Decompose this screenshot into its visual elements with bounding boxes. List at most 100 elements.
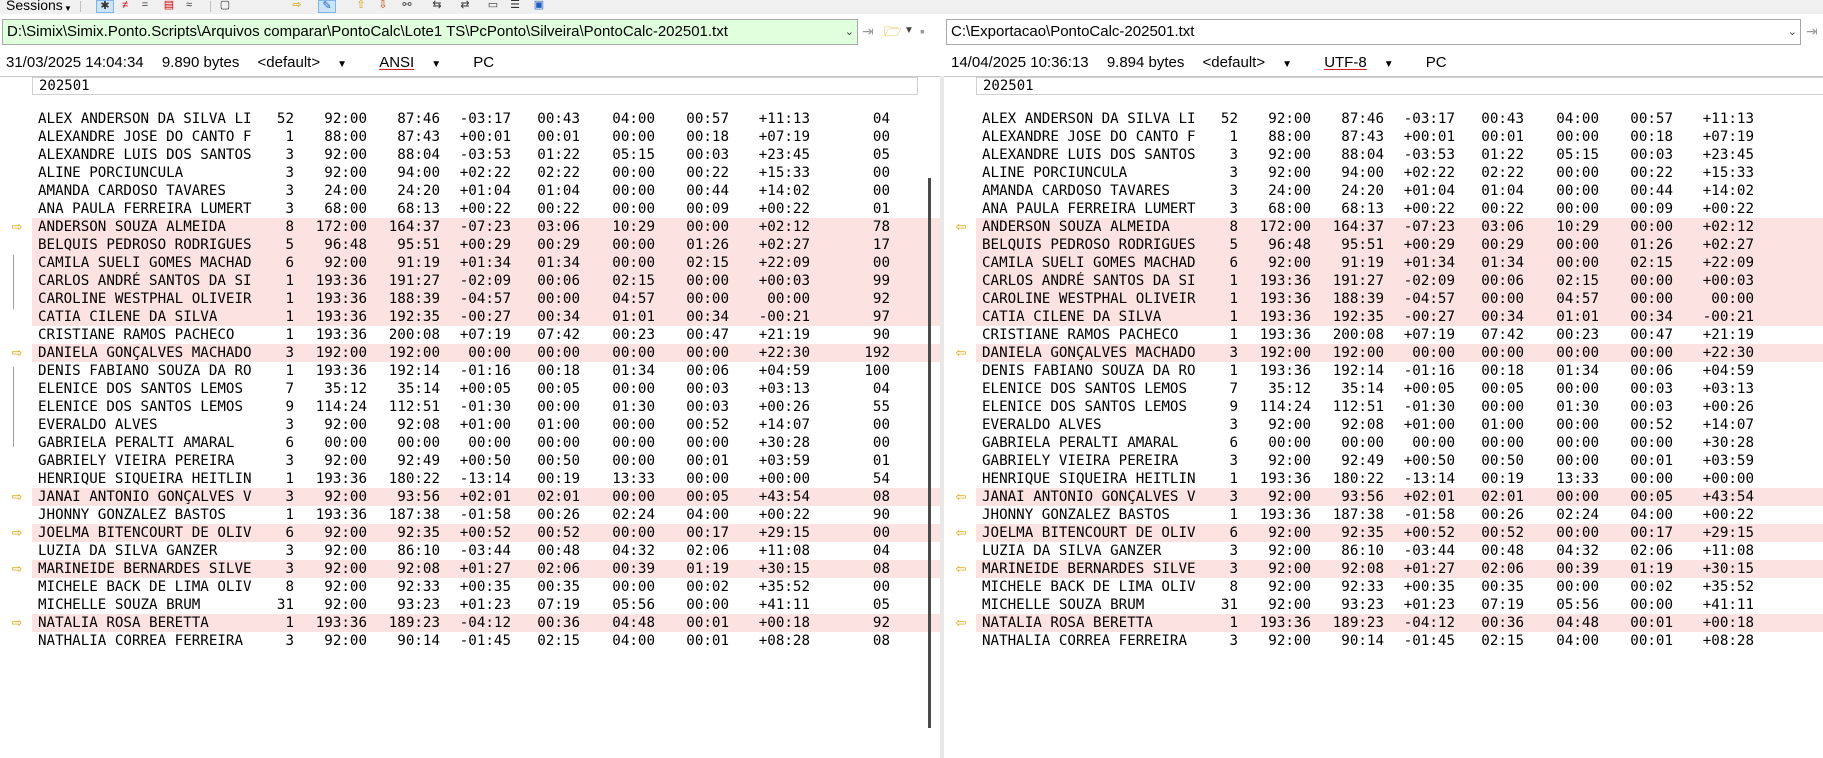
pin-icon[interactable]: ✱ (96, 0, 114, 13)
copy-path-icon[interactable]: ⇥ (862, 23, 874, 39)
red-not-equal-icon[interactable]: ≠ (116, 0, 134, 13)
diff-marker-arrow-icon[interactable]: ⇨ (10, 524, 24, 542)
document-icon[interactable]: ▭ (484, 0, 502, 13)
right-rows: ALEX ANDERSON DA SILVA LI 52 92:00 87:46 -03… (976, 110, 1823, 650)
equal-icon[interactable]: = (136, 0, 154, 13)
row-cell-e: 00:00 (1556, 381, 1599, 397)
row-cell-h: 00 (872, 579, 890, 595)
row-cell-b: 192:35 (388, 309, 440, 325)
row-cell-c: +02:01 (459, 489, 511, 505)
row-cell-h: 00 (872, 165, 890, 181)
row-cell-c: -01:58 (459, 507, 511, 523)
row-cell-b: 191:27 (388, 273, 440, 289)
diff-marker-arrow-icon[interactable]: ⇦ (954, 218, 968, 236)
arrow-icon[interactable]: ▢ (216, 0, 234, 13)
row-cell-b: 164:37 (1332, 219, 1384, 235)
row-cell-n: 52 (1220, 111, 1238, 127)
row-cell-n: 5 (1229, 237, 1238, 253)
left-path-input[interactable]: D:\Simix\Simix.Ponto.Scripts\Arquivos co… (2, 19, 858, 45)
row-cell-b: 192:00 (388, 345, 440, 361)
left-encoding-select[interactable]: ANSI ▼ (379, 53, 455, 75)
table-row: JANAI ANTONIO GONÇALVES V 3 92:00 93:56 +02:… (32, 488, 940, 506)
row-cell-c: +00:35 (459, 579, 511, 595)
table-row: GABRIELY VIEIRA PEREIRA 3 92:00 92:49 +00:50… (32, 452, 940, 470)
chevron-down-icon[interactable]: ⌄ (845, 20, 854, 44)
row-cell-e: 00:00 (1556, 237, 1599, 253)
row-cell-e: 00:00 (612, 525, 655, 541)
diff-marker-arrow-icon[interactable]: ⇦ (954, 524, 968, 542)
chevron-down-icon[interactable]: ⌄ (1788, 20, 1797, 44)
row-cell-e: 04:32 (612, 543, 655, 559)
pencil-icon[interactable]: ✎ (318, 0, 336, 13)
diff-marker-arrow-icon[interactable]: ⇨ (10, 344, 24, 362)
row-cell-a: 92:00 (1268, 597, 1311, 613)
row-cell-g: +02:12 (1702, 219, 1754, 235)
row-cell-c: -02:09 (1403, 273, 1455, 289)
row-cell-f: 00:00 (1630, 219, 1673, 235)
copy-path-icon[interactable]: ⇥ (1806, 23, 1818, 39)
binoculars-icon[interactable]: ⚯ (398, 0, 416, 13)
filter-icon[interactable]: ▤ (160, 0, 178, 13)
right-profile-select[interactable]: <default> ▼ (1203, 53, 1306, 75)
swap-icon-2[interactable]: ⇄ (456, 0, 474, 13)
row-cell-b: 92:49 (1341, 453, 1384, 469)
arrow-right-icon[interactable]: ⇨ (288, 0, 306, 13)
left-text-area[interactable]: 202501 ALEX ANDERSON DA SILVA LI 52 92:00 8… (32, 77, 940, 758)
row-cell-h: 00 (872, 183, 890, 199)
diff-marker-arrow-icon[interactable]: ⇦ (954, 614, 968, 632)
row-cell-n: 8 (1229, 219, 1238, 235)
right-text-pane[interactable]: ⇦ ⇦ ⇦ ⇦ ⇦ ⇦ 202501 ALEX ANDERSON DA SILVA LI 5… (944, 76, 1823, 758)
list-icon[interactable]: ☰ (506, 0, 524, 13)
left-text-pane[interactable]: ⇨ ⇨ ⇨ ⇨ ⇨ ⇨ 202501 ALEX ANDERSON DA SILVA LI 5… (0, 76, 940, 758)
row-cell-b: 180:22 (388, 471, 440, 487)
up-arrow-icon[interactable]: ⇧ (352, 0, 370, 13)
row-cell-g: +04:59 (758, 363, 810, 379)
swap-icon[interactable]: ⇆ (428, 0, 446, 13)
folder-dropdown-icon[interactable]: ▼ (904, 23, 914, 39)
table-row: CARLOS ANDRÉ SANTOS DA SI 1 193:36 191:27 -0… (976, 272, 1823, 290)
save-icon[interactable]: ▪ (920, 23, 925, 39)
right-encoding-select[interactable]: UTF-8 ▼ (1324, 53, 1407, 75)
table-row: MICHELLE SOUZA BRUM 31 92:00 93:23 +01:23 07:… (32, 596, 940, 614)
diff-marker-arrow-icon[interactable]: ⇨ (10, 218, 24, 236)
row-cell-e: 10:29 (1556, 219, 1599, 235)
row-cell-c: -01:30 (459, 399, 511, 415)
row-cell-a: 88:00 (324, 129, 367, 145)
diff-marker-arrow-icon[interactable]: ⇨ (10, 560, 24, 578)
row-cell-d: 02:15 (1481, 633, 1524, 649)
table-row: ALEXANDRE JOSE DO CANTO F 1 88:00 87:43 +00:… (976, 128, 1823, 146)
left-lineend[interactable]: PC (473, 53, 494, 73)
diff-marker-arrow-icon[interactable]: ⇦ (954, 344, 968, 362)
down-arrow-icon[interactable]: ⇩ (374, 0, 392, 13)
sessions-menu[interactable]: Sessions (6, 0, 63, 13)
diff-marker-arrow-icon[interactable]: ⇨ (10, 614, 24, 632)
table-row: CRISTIANE RAMOS PACHECO 1 193:36 200:08 +07:… (976, 326, 1823, 344)
row-cell-c: +00:52 (459, 525, 511, 541)
row-cell-d: 00:18 (1481, 363, 1524, 379)
row-cell-e: 04:57 (612, 291, 655, 307)
row-cell-f: 00:00 (1630, 291, 1673, 307)
open-folder-icon[interactable]: 🗁 (884, 23, 901, 39)
row-cell-e: 04:00 (612, 111, 655, 127)
left-profile-select[interactable]: <default> ▼ (258, 53, 361, 75)
sessions-dropdown-icon[interactable]: ▼ (64, 4, 72, 13)
left-scrollbar[interactable] (928, 178, 931, 728)
right-text-area[interactable]: 202501 ALEX ANDERSON DA SILVA LI 52 92:00 8… (976, 77, 1823, 758)
approx-icon[interactable]: ≈ (180, 0, 198, 13)
diff-marker-arrow-icon[interactable]: ⇦ (954, 488, 968, 506)
row-cell-n: 6 (1229, 525, 1238, 541)
row-cell-e: 00:00 (612, 237, 655, 253)
diff-marker-arrow-icon[interactable]: ⇦ (954, 560, 968, 578)
row-cell-e: 00:23 (1556, 327, 1599, 343)
row-cell-h: 08 (872, 633, 890, 649)
row-cell-b: 88:04 (397, 147, 440, 163)
row-cell-d: 00:35 (537, 579, 580, 595)
export-icon[interactable]: ▣ (530, 0, 548, 13)
row-cell-c: -03:53 (459, 147, 511, 163)
right-path-input[interactable]: C:\Exportacao\PontoCalc-202501.txt ⌄ (946, 19, 1801, 45)
right-lineend[interactable]: PC (1426, 53, 1447, 73)
row-cell-n: 3 (285, 201, 294, 217)
row-cell-c: -01:16 (459, 363, 511, 379)
diff-marker-arrow-icon[interactable]: ⇨ (10, 488, 24, 506)
left-encoding: ANSI (379, 54, 415, 71)
